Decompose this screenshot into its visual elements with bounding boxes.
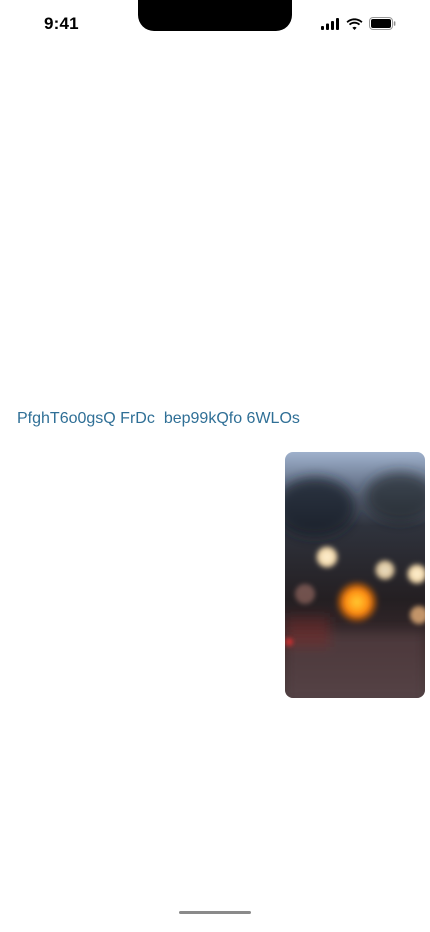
home-indicator[interactable] xyxy=(179,911,251,914)
wifi-icon xyxy=(346,17,363,30)
dynamic-island xyxy=(138,0,292,31)
status-bar: 9:41 xyxy=(0,0,430,50)
link-row: PfghT6o0gsQ FrDc bep99kQfo 6WLOs xyxy=(17,410,300,428)
battery-icon xyxy=(369,17,396,30)
status-icons xyxy=(321,17,396,30)
cellular-signal-icon xyxy=(321,17,340,30)
status-time: 9:41 xyxy=(44,14,79,33)
blurred-bokeh-photo[interactable] xyxy=(285,452,425,698)
link-secondary[interactable]: bep99kQfo 6WLOs xyxy=(164,410,300,427)
link-primary[interactable]: PfghT6o0gsQ FrDc xyxy=(17,410,155,427)
